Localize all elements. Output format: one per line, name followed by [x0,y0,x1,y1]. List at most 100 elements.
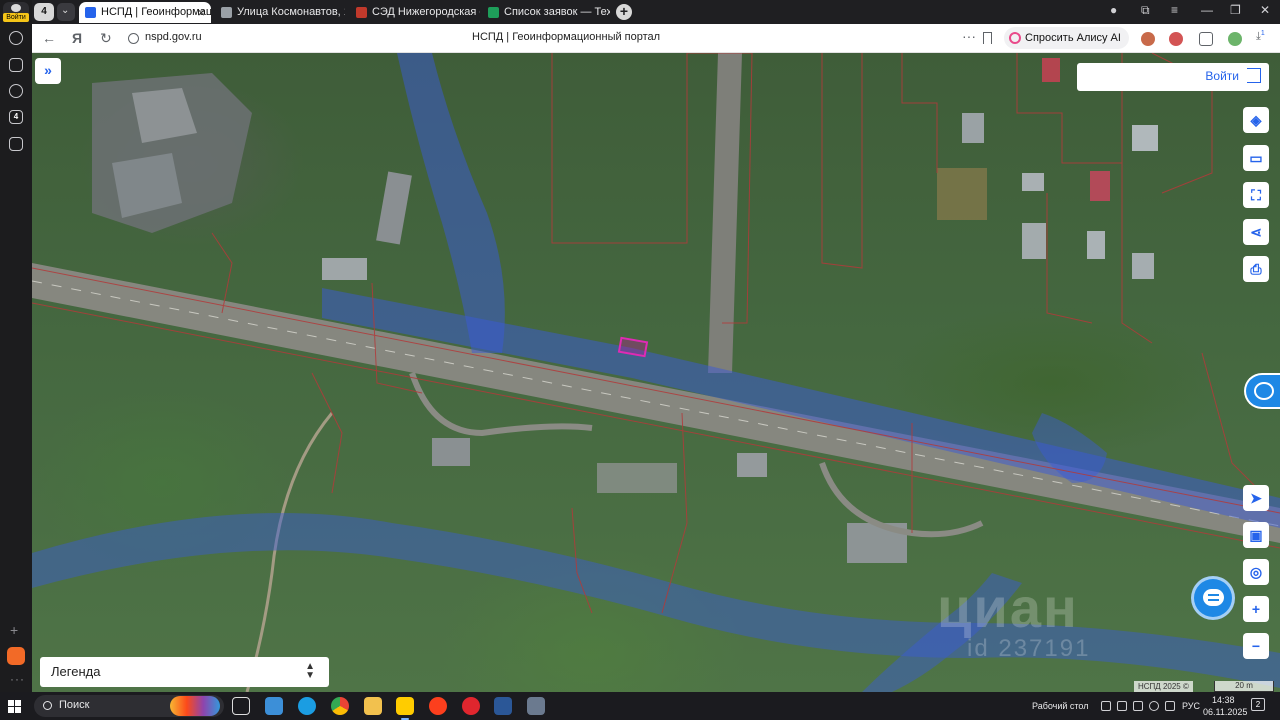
tab-strip: 4 ⌄ НСПД | Геоинформаци × Улица Космонав… [32,0,1280,24]
collections-icon[interactable]: ⧉ [1141,3,1150,18]
ask-alice-button[interactable]: Спросить Алису AI [1004,27,1129,49]
sandy-plot [937,168,987,220]
minimize-icon[interactable]: — [1201,3,1213,17]
requests-favicon-icon [488,7,499,18]
more-icon[interactable]: ··· [10,672,25,686]
clock-time[interactable]: 14:38 [1212,695,1235,705]
clock-date[interactable]: 06.11.2025 [1203,707,1247,717]
menu-icon[interactable]: ≡ [1171,3,1178,17]
chat-button[interactable] [1191,576,1235,620]
tab-nspd[interactable]: НСПД | Геоинформаци × [79,2,211,23]
alice-icon [1009,32,1021,44]
tab-counter-button[interactable]: 4 [34,3,54,21]
house [1042,58,1060,82]
map-canvas[interactable]: » Войти ◈ ▭ ⛶ ⋖ ⎙ ➤ ▣ ◎ + − циан id 2371… [32,53,1280,692]
zoom-in-button[interactable]: + [1243,596,1269,622]
downloads-icon[interactable]: ⤓1 [1256,30,1265,44]
yandex-icon[interactable]: Я [72,30,82,46]
minimap-button[interactable]: ▣ [1243,522,1269,548]
taskbar-search[interactable]: Поиск [34,695,224,717]
locate-button[interactable]: ◎ [1243,559,1269,585]
desktop-label[interactable]: Рабочий стол [1032,701,1089,711]
windows-start-icon[interactable] [8,700,21,713]
navigate-button[interactable]: ➤ [1243,485,1269,511]
close-window-icon[interactable]: ✕ [1260,3,1270,17]
counter-icon[interactable]: 4 [9,110,23,124]
layers-button[interactable]: ◈ [1243,107,1269,133]
tray-chevron-icon[interactable] [1101,701,1111,711]
map-login-button[interactable]: Войти [1077,63,1269,91]
scale-bar: 20 m [1214,681,1274,692]
tab-street[interactable]: Улица Космонавтов, 12 [215,2,345,23]
layers-icon: ◈ [1250,112,1262,128]
extension-icon[interactable] [1228,32,1242,46]
bookmark-icon[interactable] [983,32,992,44]
building [376,171,412,245]
building [322,258,367,280]
search-icon [43,701,52,710]
tabs-dropdown-button[interactable]: ⌄ [57,3,75,21]
back-icon[interactable]: ← [42,30,56,46]
widgets-icon[interactable] [265,697,283,715]
assistant-icon [1254,382,1274,400]
avatar-icon [11,4,21,12]
image-viewer-icon[interactable] [527,697,545,715]
print-button[interactable]: ⎙ [1243,256,1269,282]
house [1090,171,1110,201]
print-icon: ⎙ [1250,261,1262,277]
ruler-icon: ▭ [1249,150,1263,166]
profile-login-button[interactable]: Войти [3,2,29,22]
tab-label: СЭД Нижегородская обл [372,6,480,18]
page-menu-icon[interactable]: ··· [962,28,976,44]
task-view-icon[interactable] [232,697,250,715]
legend-dropdown[interactable]: Легенда ▲ ▼ [40,657,329,687]
screenshot-button[interactable]: ⛶ [1243,182,1269,208]
word-icon[interactable] [494,697,512,715]
yandex-icon[interactable] [429,697,447,715]
tab-requests[interactable]: Список заявок — ТехноК [482,2,610,23]
extension-icon[interactable] [1141,32,1155,46]
address-bar: ← Я ↻ nspd.gov.ru НСПД | Геоинформационн… [32,24,1280,53]
history-icon[interactable] [9,31,23,45]
tab-counter-label: 4 [41,6,47,17]
house [1022,223,1046,259]
search-highlight-image [170,696,220,716]
gallery-icon[interactable] [9,137,23,151]
site-info-icon[interactable] [128,33,139,44]
taskbar-search-label: Поиск [59,699,90,711]
locate-icon: ◎ [1249,564,1263,580]
share-button[interactable]: ⋖ [1243,219,1269,245]
wifi-icon[interactable] [1149,701,1159,711]
house [1022,173,1044,191]
assistant-tab[interactable] [1244,373,1280,409]
edge-icon[interactable] [298,697,316,715]
reload-icon[interactable]: ↻ [100,30,112,47]
map-attribution: НСПД 2025 © [1134,681,1193,692]
file-explorer-icon[interactable] [364,697,382,715]
restore-icon[interactable]: ❐ [1230,3,1241,17]
profile-icon[interactable]: ● [1110,3,1117,17]
chrome-icon[interactable] [331,697,349,715]
app-shortcut-icon[interactable] [7,647,25,665]
expand-panel-button[interactable]: » [35,58,61,84]
page-favicon-icon [221,7,232,18]
play-icon[interactable] [9,84,23,98]
extension-icon[interactable] [1169,32,1183,46]
tab-sed[interactable]: СЭД Нижегородская обл [350,2,480,23]
add-panel-icon[interactable]: + [10,622,18,638]
tray-app-icon[interactable] [1117,701,1127,711]
yandex-browser-icon[interactable] [396,697,414,720]
notifications-icon[interactable]: 2 [1251,698,1265,711]
language-indicator[interactable]: РУС [1182,701,1200,711]
volume-icon[interactable] [1165,701,1175,711]
close-tab-icon[interactable]: × [197,2,205,23]
house [1132,253,1154,279]
url-field[interactable]: nspd.gov.ru [145,31,202,43]
zoom-out-button[interactable]: − [1243,633,1269,659]
new-tab-button[interactable]: + [616,4,632,20]
opera-icon[interactable] [462,697,480,715]
notes-icon[interactable] [9,58,23,72]
sidebar-panel-icon[interactable] [1199,32,1213,46]
measure-button[interactable]: ▭ [1243,145,1269,171]
onedrive-icon[interactable] [1133,701,1143,711]
